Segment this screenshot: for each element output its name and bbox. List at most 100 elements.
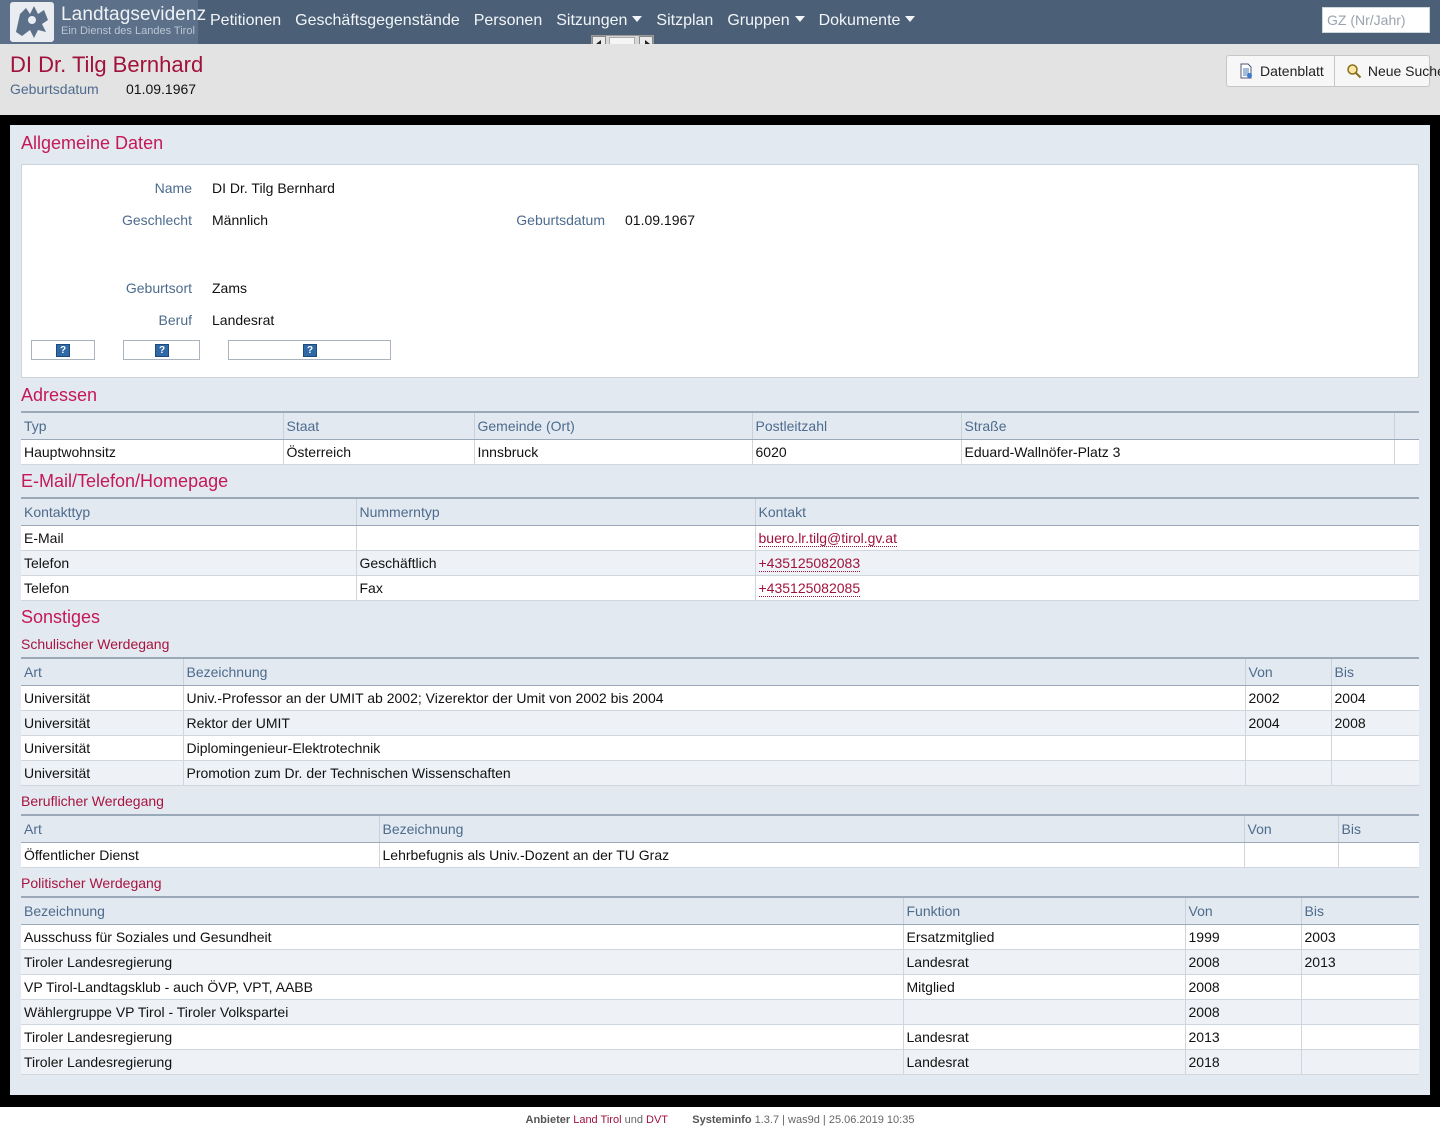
birthdate-label: Geburtsdatum xyxy=(516,212,605,228)
nav-geschaeftsgegenstaende[interactable]: Geschäftsgegenstände xyxy=(295,0,460,44)
col-bis[interactable]: Bis xyxy=(1300,896,1419,925)
brand-subtitle: Ein Dienst des Landes Tirol xyxy=(61,25,195,37)
col-nummerntyp[interactable]: Nummerntyp xyxy=(355,497,755,526)
table-row: Tiroler Landesregierung Landesrat 2013 xyxy=(21,1024,1419,1050)
adressen-table: Typ Staat Gemeinde (Ort) Postleitzahl St… xyxy=(21,411,1419,465)
document-icon xyxy=(1240,63,1252,79)
col-von[interactable]: Von xyxy=(1243,814,1338,843)
content-frame: Allgemeine Daten Name DI Dr. Tilg Bernha… xyxy=(0,115,1440,1107)
table-row[interactable]: Hauptwohnsitz Österreich Innsbruck 6020 … xyxy=(21,439,1419,465)
col-staat[interactable]: Staat xyxy=(282,411,474,440)
footer-sysinfo-label: Systeminfo xyxy=(692,1114,752,1126)
gender-label: Geschlecht xyxy=(121,212,192,228)
kontakt-table: Kontakttyp Nummerntyp Kontakt E-Mail bue… xyxy=(21,497,1419,601)
main-nav: Petitionen Geschäftsgegenstände Personen… xyxy=(210,0,929,44)
col-postleitzahl[interactable]: Postleitzahl xyxy=(751,411,961,440)
col-typ[interactable]: Typ xyxy=(21,411,283,440)
table-row: VP Tirol-Landtagsklub - auch ÖVP, VPT, A… xyxy=(21,974,1419,1000)
email-link[interactable]: buero.lr.tilg@tirol.gv.at xyxy=(758,529,897,547)
col-bis[interactable]: Bis xyxy=(1337,814,1419,843)
table-row: Telefon Geschäftlich +435125082083 xyxy=(21,550,1419,576)
table-row: E-Mail buero.lr.tilg@tirol.gv.at xyxy=(21,525,1419,551)
col-kontakt[interactable]: Kontakt xyxy=(754,497,1419,526)
footer-link-land-tirol[interactable]: Land Tirol xyxy=(573,1114,621,1126)
section-adressen: Adressen xyxy=(21,385,98,405)
nav-petitionen[interactable]: Petitionen xyxy=(210,0,281,44)
footer-link-dvt[interactable]: DVT xyxy=(646,1114,668,1126)
col-von[interactable]: Von xyxy=(1184,896,1301,925)
col-extra xyxy=(1393,411,1419,440)
header-actions: Datenblatt Neue Suche xyxy=(1226,55,1440,87)
subsection-politischer-werdegang: Politischer Werdegang xyxy=(21,875,162,891)
col-strasse[interactable]: Straße xyxy=(960,411,1394,440)
table-row: Universität Diplomingenieur-Elektrotechni… xyxy=(21,735,1419,761)
caret-down-icon xyxy=(632,16,643,22)
person-header xyxy=(0,44,1440,115)
section-kontakt: E-Mail/Telefon/Homepage xyxy=(21,471,229,491)
phone-link[interactable]: +435125082083 xyxy=(758,554,861,572)
nav-dokumente[interactable]: Dokumente xyxy=(819,0,916,44)
col-bis[interactable]: Bis xyxy=(1330,657,1419,686)
table-row: Telefon Fax +435125082085 xyxy=(21,575,1419,601)
col-kontakttyp[interactable]: Kontakttyp xyxy=(21,497,356,526)
col-bezeichnung[interactable]: Bezeichnung xyxy=(182,657,1245,686)
header-birth-value: 01.09.1967 xyxy=(126,81,197,97)
table-row: Tiroler Landesregierung Landesrat 2018 xyxy=(21,1049,1419,1075)
beruf-table: Art Bezeichnung Von Bis Öffentlicher Die… xyxy=(21,814,1419,868)
footer-anbieter-label: Anbieter xyxy=(525,1114,571,1126)
help-box-3[interactable]: ? xyxy=(228,340,391,360)
gender-value: Männlich xyxy=(212,212,269,228)
neue-suche-button[interactable]: Neue Suche xyxy=(1333,56,1440,86)
col-art[interactable]: Art xyxy=(21,657,183,686)
help-box-1[interactable]: ? xyxy=(31,340,95,360)
subsection-schulischer-werdegang: Schulischer Werdegang xyxy=(21,636,170,652)
section-allgemeine-daten: Allgemeine Daten xyxy=(21,133,164,153)
brand-title: Landtagsevidenz xyxy=(61,4,207,25)
col-funktion[interactable]: Funktion xyxy=(902,896,1185,925)
table-row: Universität Univ.-Professor an der UMIT a… xyxy=(21,685,1419,711)
name-value: DI Dr. Tilg Bernhard xyxy=(212,180,335,196)
job-value: Landesrat xyxy=(212,312,275,328)
footer-sysinfo-value: 1.3.7 | was9d | 25.06.2019 10:35 xyxy=(754,1114,915,1126)
fax-link[interactable]: +435125082085 xyxy=(758,579,861,597)
col-gemeinde[interactable]: Gemeinde (Ort) xyxy=(473,411,752,440)
caret-down-icon xyxy=(794,16,805,22)
col-bezeichnung[interactable]: Bezeichnung xyxy=(21,896,903,925)
caret-down-icon xyxy=(905,16,916,22)
table-row: Ausschuss für Soziales und Gesundheit Ers… xyxy=(21,924,1419,950)
politik-table: Bezeichnung Funktion Von Bis Ausschuss f… xyxy=(21,896,1419,1075)
nav-gruppen[interactable]: Gruppen xyxy=(727,0,805,44)
help-box-2[interactable]: ? xyxy=(123,340,200,360)
allgemeine-daten-card: Name DI Dr. Tilg Bernhard Geschlecht Män… xyxy=(21,164,1419,378)
section-sonstiges: Sonstiges xyxy=(21,607,101,627)
birthplace-value: Zams xyxy=(212,280,247,296)
table-row: Universität Promotion zum Dr. der Technis… xyxy=(21,760,1419,786)
table-row: Wählergruppe VP Tirol - Tiroler Volkspar… xyxy=(21,999,1419,1025)
job-label: Beruf xyxy=(158,312,192,328)
birthplace-label: Geburtsort xyxy=(125,280,192,296)
help-icon[interactable]: ? xyxy=(303,344,317,357)
nav-personen[interactable]: Personen xyxy=(474,0,543,44)
footer: Anbieter Land Tirol und DVT Systeminfo 1… xyxy=(0,1107,1440,1135)
help-icon[interactable]: ? xyxy=(155,344,169,357)
birthdate-value: 01.09.1967 xyxy=(625,212,696,228)
name-label: Name xyxy=(154,180,192,196)
brand[interactable]: Landtagsevidenz Ein Dienst des Landes Ti… xyxy=(0,0,206,44)
footer-und: und xyxy=(624,1114,643,1126)
page-title: DI Dr. Tilg Bernhard xyxy=(10,52,204,77)
datenblatt-button[interactable]: Datenblatt xyxy=(1227,56,1334,86)
top-navbar: Landtagsevidenz Ein Dienst des Landes Ti… xyxy=(0,0,1440,44)
search-icon xyxy=(1347,64,1362,79)
gz-search-input[interactable] xyxy=(1322,7,1430,33)
schule-table: Art Bezeichnung Von Bis Universität Univ.… xyxy=(21,657,1419,786)
help-icon[interactable]: ? xyxy=(56,344,70,357)
subsection-beruflicher-werdegang: Beruflicher Werdegang xyxy=(21,793,164,809)
nav-sitzplan[interactable]: Sitzplan xyxy=(656,0,713,44)
col-bezeichnung[interactable]: Bezeichnung xyxy=(378,814,1244,843)
header-birth-label: Geburtsdatum xyxy=(10,81,99,97)
col-von[interactable]: Von xyxy=(1244,657,1331,686)
table-row: Öffentlicher Dienst Lehrbefugnis als Univ… xyxy=(21,842,1419,868)
table-row: Tiroler Landesregierung Landesrat 2008 2013 xyxy=(21,949,1419,975)
col-art[interactable]: Art xyxy=(21,814,379,843)
content-panel: Allgemeine Daten Name DI Dr. Tilg Bernha… xyxy=(10,125,1430,1095)
